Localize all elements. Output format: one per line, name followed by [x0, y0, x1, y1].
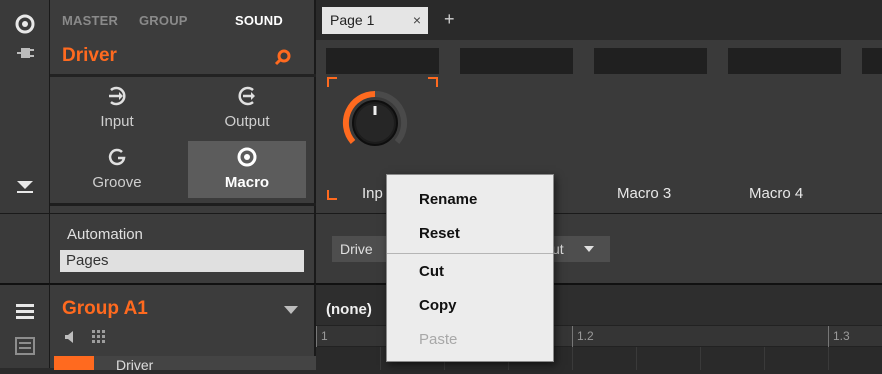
macro-slot[interactable]	[728, 48, 841, 74]
macro-label-4: Macro 4	[749, 185, 804, 202]
context-menu: Rename Reset Cut Copy Paste	[386, 174, 554, 362]
pattern-view-icon[interactable]	[15, 337, 35, 355]
menu-item-cut[interactable]: Cut	[419, 263, 444, 280]
ruler-label: 1.3	[833, 329, 850, 343]
menu-separator	[387, 253, 553, 254]
nav-groove[interactable]: Groove	[58, 141, 176, 198]
plug-icon[interactable]	[15, 45, 35, 61]
groove-icon	[107, 147, 127, 167]
macro-slot[interactable]	[460, 48, 573, 74]
automation-label: Automation	[67, 226, 143, 243]
ruler-tick	[572, 326, 573, 348]
nav-groove-label: Groove	[92, 174, 142, 191]
divider	[50, 203, 316, 206]
collapse-arrow-icon[interactable]	[15, 178, 35, 194]
grid-line	[380, 347, 381, 370]
pages-field[interactable]: Pages	[60, 250, 304, 272]
tab-page-1[interactable]: Page 1 ×	[322, 7, 428, 34]
nav-output[interactable]: Output	[188, 80, 306, 137]
page-tab-label: Page 1	[330, 12, 375, 28]
ruler-label: 1.2	[577, 329, 594, 343]
macro-icon	[237, 147, 257, 167]
ruler-tick	[316, 326, 317, 348]
clip-name[interactable]: (none)	[326, 301, 372, 318]
macro-knob[interactable]	[342, 90, 408, 156]
output-icon	[237, 86, 257, 106]
tab-group[interactable]: GROUP	[139, 13, 188, 28]
group-panel: Group A1 Driver	[50, 283, 316, 373]
grid-line	[572, 347, 573, 370]
tab-master[interactable]: MASTER	[62, 13, 118, 28]
nav-macro[interactable]: Macro	[188, 141, 306, 198]
menu-item-reset[interactable]: Reset	[419, 225, 460, 242]
nav-output-label: Output	[224, 113, 270, 130]
ruler-label: 1	[321, 329, 328, 343]
left-icon-column-mid	[0, 213, 50, 283]
ruler-tick	[828, 326, 829, 348]
add-page-button[interactable]: +	[444, 9, 455, 30]
group-title[interactable]: Group A1	[62, 298, 148, 320]
macro-slot[interactable]	[862, 48, 882, 74]
list-view-icon[interactable]	[15, 303, 35, 321]
menu-item-copy[interactable]: Copy	[419, 297, 457, 314]
nav-macro-label: Macro	[224, 174, 270, 191]
macro-slot[interactable]	[594, 48, 707, 74]
left-icon-column	[0, 0, 50, 213]
grid-line	[700, 347, 701, 370]
sound-row-label: Driver	[116, 357, 154, 373]
divider	[50, 74, 316, 77]
grid-line	[764, 347, 765, 370]
selection-corner	[428, 77, 438, 87]
driver-dropdown-label: Drive	[340, 241, 373, 257]
selection-corner	[327, 77, 337, 87]
tab-sound[interactable]: SOUND	[235, 13, 283, 28]
macro-label-3: Macro 3	[617, 185, 672, 202]
macro-label-input: Inp	[362, 185, 383, 202]
selection-corner	[327, 190, 337, 200]
chevron-down-icon	[584, 246, 594, 252]
grid-line	[636, 347, 637, 370]
grid-line	[828, 347, 829, 370]
automation-panel: Automation Pages	[50, 213, 316, 283]
page-tabbar: Page 1 × +	[316, 0, 882, 40]
macro-mode-icon[interactable]	[15, 14, 35, 34]
sound-panel: MASTER GROUP SOUND Driver Input Output G…	[50, 0, 316, 213]
input-icon	[107, 86, 127, 106]
speaker-icon[interactable]	[64, 330, 78, 344]
left-icon-column-bottom	[0, 283, 50, 368]
macro-slot[interactable]	[326, 48, 439, 74]
sound-title[interactable]: Driver	[62, 45, 117, 67]
menu-item-rename[interactable]: Rename	[419, 191, 477, 208]
menu-item-paste: Paste	[419, 331, 458, 348]
chevron-down-icon[interactable]	[284, 306, 298, 314]
grid-icon[interactable]	[92, 330, 106, 344]
search-icon[interactable]	[274, 49, 292, 67]
nav-input[interactable]: Input	[58, 80, 176, 137]
close-icon[interactable]: ×	[413, 7, 421, 34]
nav-input-label: Input	[100, 113, 134, 130]
